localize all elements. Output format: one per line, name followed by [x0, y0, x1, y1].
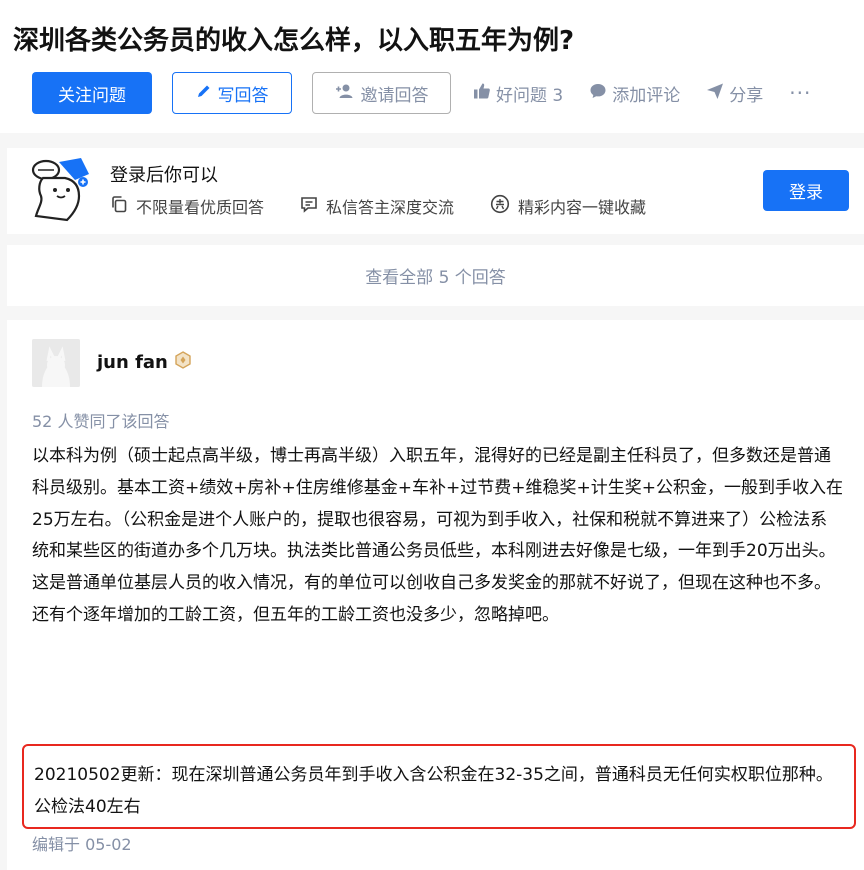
login-card-title: 登录后你可以: [110, 165, 218, 186]
question-header: 深圳各类公务员的收入怎么样，以入职五年为例? 关注问题 写回答 邀请回答 好问题…: [0, 0, 864, 133]
comment-icon: [589, 82, 607, 105]
follow-question-button[interactable]: 关注问题: [32, 72, 152, 114]
login-button[interactable]: 登录: [763, 170, 849, 211]
add-comment-label: 添加评论: [612, 85, 681, 106]
author-name: jun fan: [97, 352, 168, 373]
feature-unlimited-answers: 不限量看优质回答: [110, 194, 264, 218]
verified-badge-icon: [174, 351, 192, 374]
mascot-illustration: [29, 156, 91, 224]
feature-label: 不限量看优质回答: [136, 198, 265, 217]
thumbs-up-icon: [473, 82, 491, 105]
avatar[interactable]: [32, 339, 80, 387]
copy-icon: [110, 195, 128, 217]
feature-label: 私信答主深度交流: [326, 198, 455, 217]
feature-private-message: 私信答主深度交流: [300, 194, 454, 218]
login-features: 不限量看优质回答 私信答主深度交流 精彩内容一键收藏: [110, 194, 646, 218]
invite-answer-label: 邀请回答: [360, 85, 429, 106]
add-user-icon: [335, 83, 355, 104]
more-button[interactable]: ···: [789, 81, 811, 105]
question-actions: 关注问题 写回答 邀请回答 好问题 3 添加评论 分享 ···: [32, 72, 811, 114]
paper-plane-icon: [706, 82, 724, 105]
answer-body: 以本科为例（硕士起点高半级，博士再高半级）入职五年，混得好的已经是副主任科员了，…: [32, 446, 843, 625]
edited-timestamp: 编辑于 05-02: [32, 835, 132, 854]
likes-count: 52 人赞同了该回答: [32, 412, 170, 431]
message-icon: [300, 195, 318, 217]
good-question-button[interactable]: 好问题 3: [473, 81, 563, 106]
good-question-label: 好问题 3: [496, 85, 564, 106]
feature-label: 精彩内容一键收藏: [518, 198, 647, 217]
update-text: 20210502更新：现在深圳普通公务员年到手收入含公积金在32-35之间，普通…: [34, 765, 833, 817]
feature-one-click-save: 精彩内容一键收藏: [490, 194, 646, 218]
login-card: 登录后你可以 不限量看优质回答 私信答主深度交流 精彩内容一键收藏 登录: [7, 148, 864, 234]
question-title: 深圳各类公务员的收入怎么样，以入职五年为例?: [13, 26, 575, 56]
update-highlight-box: 20210502更新：现在深圳普通公务员年到手收入含公积金在32-35之间，普通…: [22, 744, 856, 829]
write-answer-button[interactable]: 写回答: [172, 72, 292, 114]
pencil-icon: [196, 83, 212, 104]
write-answer-label: 写回答: [217, 85, 269, 106]
save-badge-icon: [490, 194, 510, 218]
answer-card: jun fan 52 人赞同了该回答 以本科为例（硕士起点高半级，博士再高半级）…: [7, 320, 864, 870]
view-all-answers-link[interactable]: 查看全部 5 个回答: [7, 245, 864, 306]
author-name-link[interactable]: jun fan: [97, 351, 192, 374]
invite-answer-button[interactable]: 邀请回答: [312, 72, 451, 114]
share-button[interactable]: 分享: [706, 81, 763, 106]
share-label: 分享: [729, 85, 764, 106]
add-comment-button[interactable]: 添加评论: [589, 81, 680, 106]
